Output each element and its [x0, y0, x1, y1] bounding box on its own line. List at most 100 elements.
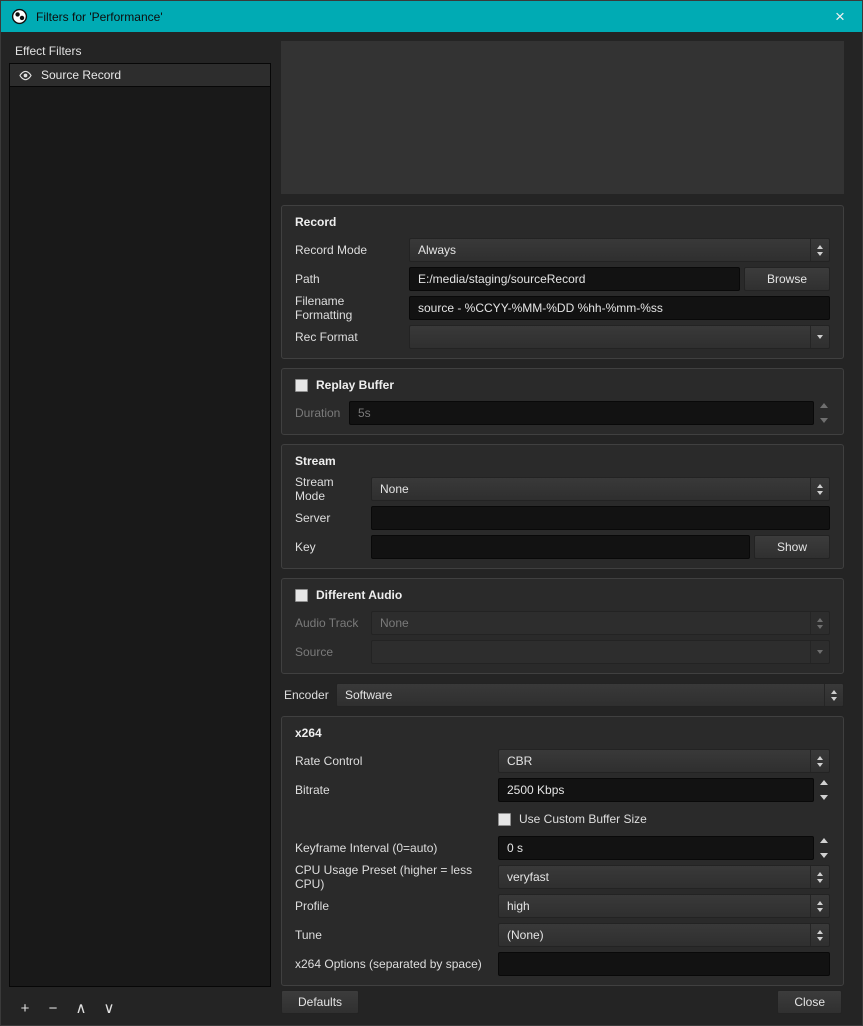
chevron-up-icon [817, 484, 823, 488]
x264-options-input[interactable] [498, 952, 830, 976]
rate-control-row: Rate Control CBR [295, 749, 830, 773]
filter-list-toolbar: + − ∧ ∨ [15, 998, 119, 1018]
profile-row: Profile high [295, 894, 830, 918]
combo-arrows [810, 895, 829, 917]
chevron-down-icon[interactable] [820, 795, 828, 800]
move-filter-down-icon[interactable]: ∨ [99, 998, 119, 1018]
spin-arrows[interactable] [817, 836, 830, 860]
chevron-up-icon [817, 245, 823, 249]
profile-select[interactable]: high [498, 894, 830, 918]
keyframe-interval-label: Keyframe Interval (0=auto) [295, 841, 498, 855]
x264-options-label: x264 Options (separated by space) [295, 957, 498, 971]
record-group: Record Record Mode Always Path Browse Fi… [281, 205, 844, 359]
bitrate-row: Bitrate 2500 Kbps [295, 778, 830, 802]
cpu-usage-preset-select[interactable]: veryfast [498, 865, 830, 889]
audio-track-select[interactable]: None [371, 611, 830, 635]
chevron-down-icon [817, 650, 823, 654]
keyframe-interval-value[interactable]: 0 s [498, 836, 814, 860]
tune-value: (None) [499, 928, 810, 942]
bitrate-value[interactable]: 2500 Kbps [498, 778, 814, 802]
duration-spinbox[interactable]: 5s [349, 401, 830, 425]
server-row: Server [295, 506, 830, 530]
chevron-down-icon[interactable] [820, 853, 828, 858]
chevron-down-icon[interactable] [820, 418, 828, 423]
chevron-up-icon[interactable] [820, 403, 828, 408]
chevron-up-icon [831, 690, 837, 694]
close-button[interactable]: Close [777, 990, 842, 1014]
window-title: Filters for 'Performance' [36, 10, 163, 24]
combo-arrows [810, 641, 829, 663]
chevron-up-icon [817, 618, 823, 622]
close-icon[interactable]: × [828, 8, 852, 25]
rate-control-value: CBR [499, 754, 810, 768]
bitrate-spinbox[interactable]: 2500 Kbps [498, 778, 830, 802]
combo-arrows [810, 612, 829, 634]
replay-buffer-checkbox[interactable] [295, 379, 308, 392]
replay-buffer-title: Replay Buffer [316, 378, 394, 392]
filename-formatting-row: Filename Formatting [295, 296, 830, 320]
path-input[interactable] [409, 267, 740, 291]
combo-arrows [824, 684, 843, 706]
titlebar: Filters for 'Performance' × [1, 1, 862, 32]
replay-buffer-title-row: Replay Buffer [295, 378, 830, 392]
tune-select[interactable]: (None) [498, 923, 830, 947]
encoder-label: Encoder [284, 688, 336, 702]
rec-format-label: Rec Format [295, 330, 409, 344]
move-filter-up-icon[interactable]: ∧ [71, 998, 91, 1018]
keyframe-interval-row: Keyframe Interval (0=auto) 0 s [295, 836, 830, 860]
x264-options-row: x264 Options (separated by space) [295, 952, 830, 976]
show-key-button[interactable]: Show [754, 535, 830, 559]
chevron-up-icon [817, 756, 823, 760]
filter-row-source-record[interactable]: Source Record [10, 64, 270, 87]
audio-source-select[interactable] [371, 640, 830, 664]
defaults-button[interactable]: Defaults [281, 990, 359, 1014]
audio-source-row: Source [295, 640, 830, 664]
cpu-usage-preset-value: veryfast [499, 870, 810, 884]
duration-label: Duration [295, 406, 349, 420]
chevron-up-icon[interactable] [820, 838, 828, 843]
use-custom-buffer-size-label: Use Custom Buffer Size [519, 812, 647, 826]
effect-filters-panel: Effect Filters Source Record [9, 41, 271, 987]
record-group-title: Record [295, 215, 830, 229]
spin-arrows[interactable] [817, 778, 830, 802]
stream-group: Stream Stream Mode None Server Key S [281, 444, 844, 569]
custom-buffer-row: Use Custom Buffer Size [295, 807, 830, 831]
chevron-down-icon [817, 491, 823, 495]
record-mode-select[interactable]: Always [409, 238, 830, 262]
rate-control-select[interactable]: CBR [498, 749, 830, 773]
chevron-up-icon [817, 872, 823, 876]
combo-arrows [810, 326, 829, 348]
chevron-down-icon [831, 697, 837, 701]
visibility-eye-icon[interactable] [18, 68, 33, 83]
duration-row: Duration 5s [295, 401, 830, 425]
cpu-usage-preset-label: CPU Usage Preset (higher = less CPU) [295, 863, 498, 891]
rate-control-label: Rate Control [295, 754, 498, 768]
chevron-down-icon [817, 625, 823, 629]
chevron-up-icon [817, 930, 823, 934]
different-audio-group: Different Audio Audio Track None Source [281, 578, 844, 674]
spin-arrows[interactable] [817, 401, 830, 425]
keyframe-interval-spinbox[interactable]: 0 s [498, 836, 830, 860]
different-audio-title: Different Audio [316, 588, 402, 602]
remove-filter-icon[interactable]: − [43, 998, 63, 1018]
dialog-footer: Defaults Close [281, 990, 842, 1014]
browse-button[interactable]: Browse [744, 267, 830, 291]
key-input[interactable] [371, 535, 750, 559]
filter-list[interactable]: Source Record [9, 63, 271, 987]
stream-mode-value: None [372, 482, 810, 496]
encoder-select[interactable]: Software [336, 683, 844, 707]
add-filter-icon[interactable]: + [15, 998, 35, 1018]
record-mode-value: Always [410, 243, 810, 257]
filter-properties: Record Record Mode Always Path Browse Fi… [281, 41, 844, 995]
audio-track-row: Audio Track None [295, 611, 830, 635]
key-label: Key [295, 540, 371, 554]
use-custom-buffer-size-checkbox[interactable] [498, 813, 511, 826]
rec-format-select[interactable] [409, 325, 830, 349]
different-audio-checkbox[interactable] [295, 589, 308, 602]
tune-row: Tune (None) [295, 923, 830, 947]
duration-value[interactable]: 5s [349, 401, 814, 425]
stream-mode-select[interactable]: None [371, 477, 830, 501]
filename-formatting-input[interactable] [409, 296, 830, 320]
server-input[interactable] [371, 506, 830, 530]
chevron-up-icon[interactable] [820, 780, 828, 785]
